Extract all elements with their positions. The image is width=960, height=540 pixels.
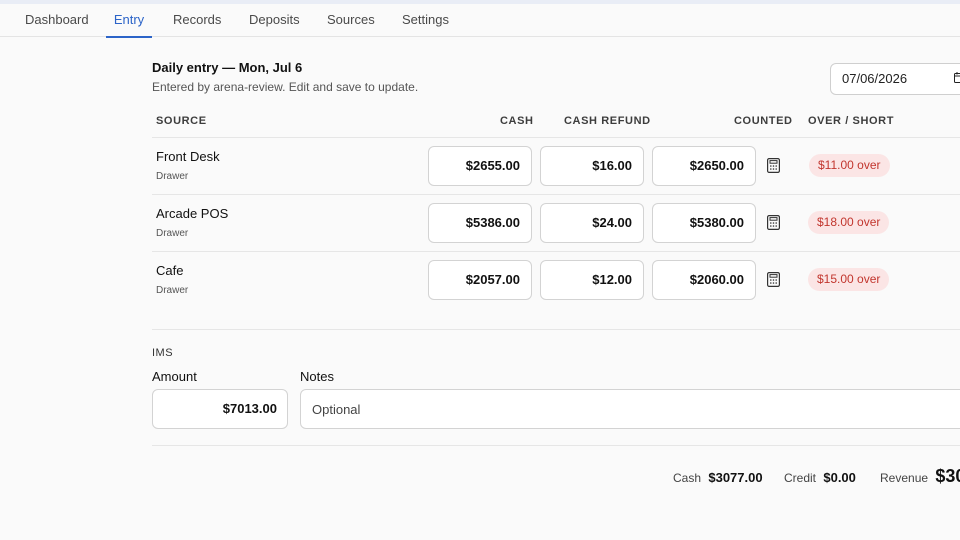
tab-deposits[interactable]: Deposits <box>249 4 300 37</box>
source-name: Cafe <box>156 263 184 278</box>
summary-credit-value: $0.00 <box>823 470 856 485</box>
column-header-source: SOURCE <box>156 115 207 127</box>
over-short-badge: $18.00 over <box>808 211 890 234</box>
ims-section-label: IMS <box>152 347 174 359</box>
cash-input[interactable]: $5386.00 <box>428 203 532 243</box>
tab-sources[interactable]: Sources <box>327 4 375 37</box>
summary-cash: Cash $3077.00 <box>673 470 763 485</box>
summary-credit-label: Credit <box>784 471 817 485</box>
date-input[interactable]: 07/06/2026 <box>830 63 960 95</box>
cash-refund-input[interactable]: $24.00 <box>540 203 644 243</box>
column-header-counted: COUNTED <box>734 115 793 127</box>
ims-amount-input[interactable]: $7013.00 <box>152 389 288 429</box>
page-subtitle: Entered by arena-review. Edit and save t… <box>152 80 419 94</box>
divider <box>152 329 960 330</box>
counted-input[interactable]: $5380.00 <box>652 203 756 243</box>
source-type: Drawer <box>156 285 189 296</box>
over-short-badge: $11.00 over <box>809 154 890 177</box>
summary-cash-label: Cash <box>673 471 702 485</box>
calculator-icon[interactable] <box>767 158 780 173</box>
amount-label: Amount <box>152 369 197 384</box>
source-name: Front Desk <box>156 149 220 164</box>
calendar-icon[interactable] <box>954 72 960 83</box>
cash-input[interactable]: $2655.00 <box>428 146 532 186</box>
cash-input[interactable]: $2057.00 <box>428 260 532 300</box>
counted-input[interactable]: $2650.00 <box>652 146 756 186</box>
summary-revenue-value: $30 <box>935 466 960 486</box>
top-nav: Dashboard Entry Records Deposits Sources… <box>0 4 960 38</box>
tab-dashboard[interactable]: Dashboard <box>25 4 89 37</box>
source-type: Drawer <box>156 171 189 182</box>
counted-input[interactable]: $2060.00 <box>652 260 756 300</box>
calculator-icon[interactable] <box>767 215 780 230</box>
summary-revenue-label: Revenue <box>880 471 929 485</box>
summary-credit: Credit $0.00 <box>784 470 856 485</box>
summary-revenue: Revenue $30 <box>880 466 960 487</box>
tab-records[interactable]: Records <box>173 4 221 37</box>
over-short-badge: $15.00 over <box>808 268 890 291</box>
summary-cash-value: $3077.00 <box>708 470 763 485</box>
divider <box>152 137 960 138</box>
column-header-cash: CASH <box>500 115 534 127</box>
source-type: Drawer <box>156 228 189 239</box>
column-header-over-short: OVER / SHORT <box>808 115 895 127</box>
cash-refund-input[interactable]: $12.00 <box>540 260 644 300</box>
tab-settings[interactable]: Settings <box>402 4 449 37</box>
notes-input[interactable] <box>300 389 960 429</box>
cash-refund-input[interactable]: $16.00 <box>540 146 644 186</box>
notes-label: Notes <box>300 369 334 384</box>
divider <box>152 251 960 252</box>
divider <box>152 194 960 195</box>
source-name: Arcade POS <box>156 206 229 221</box>
tab-entry[interactable]: Entry <box>106 4 152 38</box>
calculator-icon[interactable] <box>767 272 780 287</box>
column-header-cash-refund: CASH REFUND <box>564 115 651 127</box>
page-title: Daily entry — Mon, Jul 6 <box>152 60 303 75</box>
divider <box>152 445 960 446</box>
